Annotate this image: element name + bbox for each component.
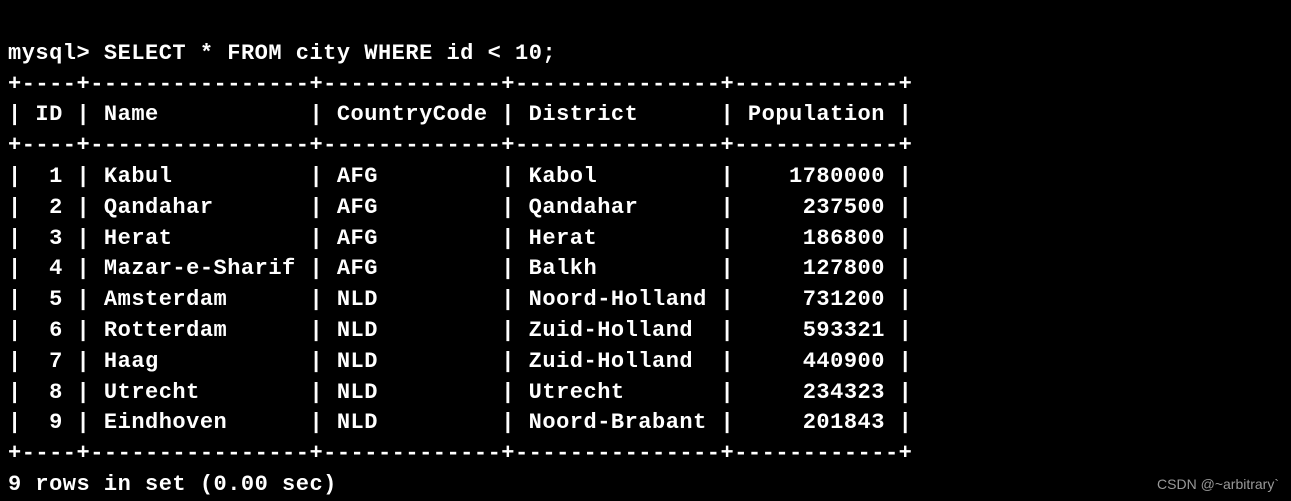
- watermark: CSDN @~arbitrary`: [1157, 476, 1279, 492]
- result-footer: 9 rows in set (0.00 sec): [8, 472, 337, 497]
- mysql-prompt: mysql>: [8, 41, 90, 66]
- table-border-mid: +----+----------------+-------------+---…: [8, 133, 912, 158]
- table-border-top: +----+----------------+-------------+---…: [8, 72, 912, 97]
- table-row: | 8 | Utrecht | NLD | Utrecht | 234323 |: [8, 380, 912, 405]
- table-header-row: | ID | Name | CountryCode | District | P…: [8, 102, 912, 127]
- table-row: | 1 | Kabul | AFG | Kabol | 1780000 |: [8, 164, 912, 189]
- table-row: | 4 | Mazar-e-Sharif | AFG | Balkh | 127…: [8, 256, 912, 281]
- terminal-output: mysql> SELECT * FROM city WHERE id < 10;…: [8, 8, 1283, 501]
- table-border-bottom: +----+----------------+-------------+---…: [8, 441, 912, 466]
- sql-query: SELECT * FROM city WHERE id < 10;: [104, 41, 556, 66]
- table-row: | 2 | Qandahar | AFG | Qandahar | 237500…: [8, 195, 912, 220]
- table-row: | 6 | Rotterdam | NLD | Zuid-Holland | 5…: [8, 318, 912, 343]
- table-row: | 5 | Amsterdam | NLD | Noord-Holland | …: [8, 287, 912, 312]
- table-row: | 9 | Eindhoven | NLD | Noord-Brabant | …: [8, 410, 912, 435]
- table-row: | 7 | Haag | NLD | Zuid-Holland | 440900…: [8, 349, 912, 374]
- table-row: | 3 | Herat | AFG | Herat | 186800 |: [8, 226, 912, 251]
